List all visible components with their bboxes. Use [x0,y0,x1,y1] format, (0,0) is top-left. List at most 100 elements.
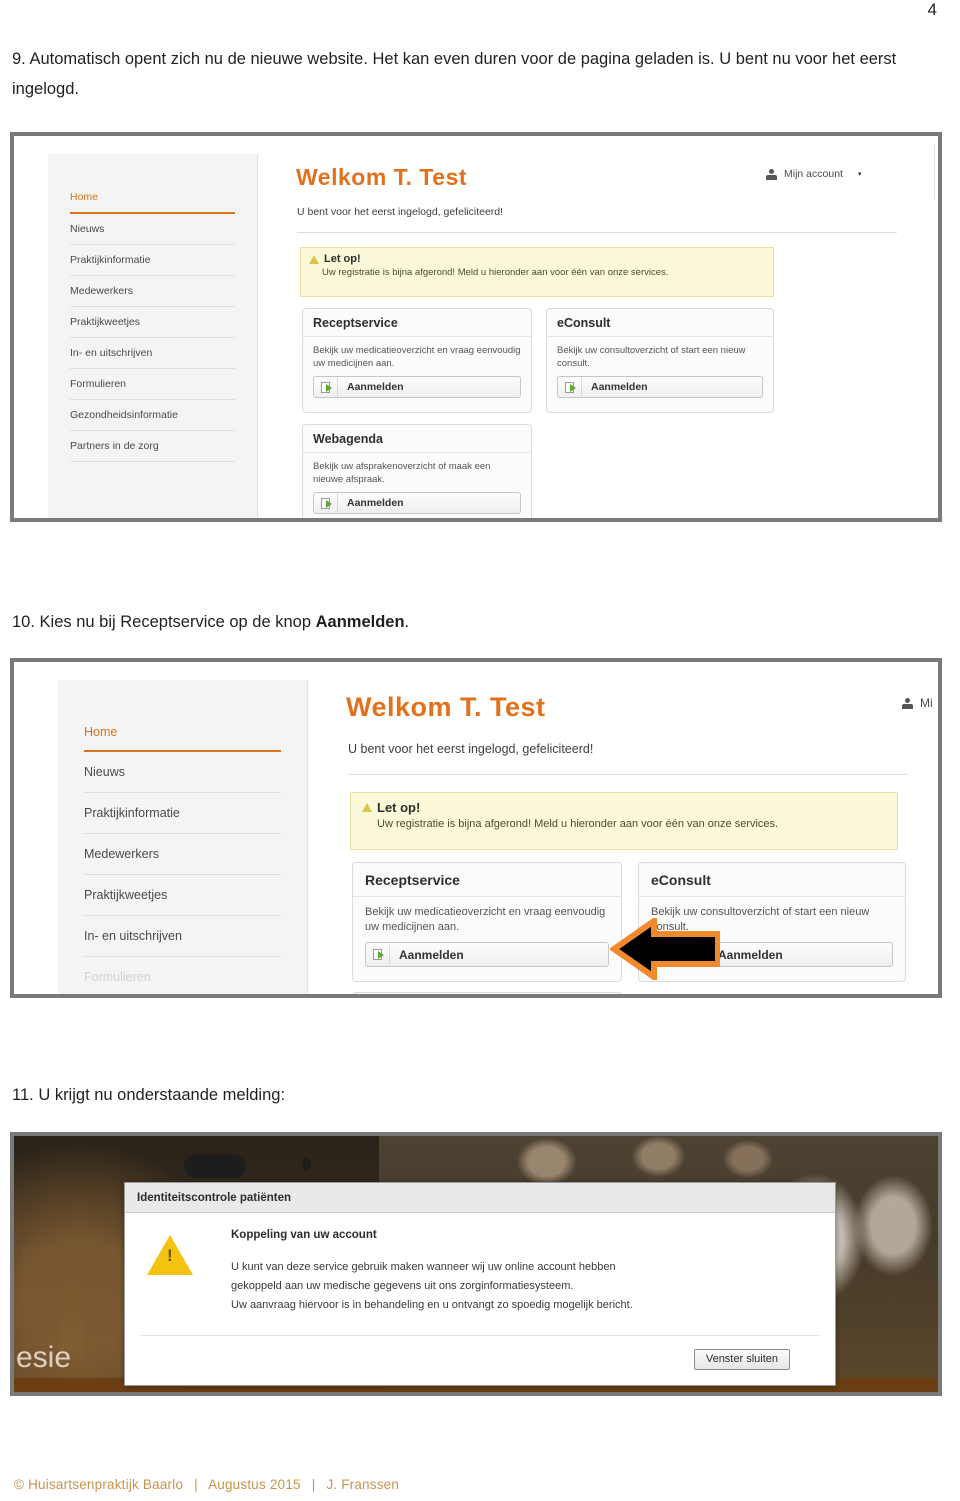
step-11-text: U krijgt nu onderstaande melding: [38,1086,286,1104]
warning-triangle-icon [147,1235,193,1275]
page-arrow-icon [314,377,338,397]
footer-separator-1: | [194,1477,198,1492]
page-title: Welkom T. Test [296,164,468,190]
receptservice-aanmelden-label: Aanmelden [347,381,404,393]
sidebar-item-home[interactable]: Home [84,714,281,752]
sidebar-item-medewerkers[interactable]: Medewerkers [84,834,281,875]
card-webagenda [352,992,622,994]
dialog-line-2: gekoppeld aan uw medische gegevens uit o… [231,1280,574,1292]
first-login-message: U bent voor het eerst ingelogd, gefelici… [297,206,504,218]
footer-author: J. Franssen [326,1477,400,1492]
step-10-bold: Aanmelden [315,613,405,631]
sidebar-item-nieuws[interactable]: Nieuws [70,214,235,245]
econsult-aanmelden-button[interactable]: Aanmelden [557,376,763,398]
account-menu[interactable]: Mijn account ▾ [766,168,861,180]
warning-banner-body: Uw registratie is bijna afgerond! Meld u… [377,818,779,830]
card-receptservice-desc: Bekijk uw medicatieoverzicht en vraag ee… [365,906,606,933]
sidebar-item-partners-in-de-zorg[interactable]: Partners in de zorg [70,431,235,462]
card-econsult-title: eConsult [547,309,773,337]
photo-logo-text: esie [16,1341,72,1374]
card-econsult: eConsult Bekijk uw consultoverzicht of s… [546,308,774,413]
identity-check-dialog: Identiteitscontrole patiënten Koppeling … [124,1182,836,1386]
page-arrow-icon [314,493,338,513]
card-econsult-title: eConsult [639,863,905,897]
header-divider [934,144,935,200]
content-divider [297,232,897,233]
screenshot-identity-modal: esie Identiteitscontrole patiënten Koppe… [10,1132,942,1396]
sidebar-item-in-en-uitschrijven[interactable]: In- en uitschrijven [70,338,235,369]
warning-banner: Let op! Uw registratie is bijna afgerond… [300,247,774,297]
receptservice-aanmelden-button[interactable]: Aanmelden [365,942,609,967]
chevron-down-icon: ▾ [857,171,862,178]
dialog-line-3: Uw aanvraag hiervoor is in behandeling e… [231,1299,633,1311]
dialog-body: Koppeling van uw account U kunt van deze… [125,1213,835,1315]
portal-sidebar: Home Nieuws Praktijkinformatie Medewerke… [48,154,258,518]
warning-banner-header: Let op! [301,248,773,265]
warning-banner-title: Let op! [324,253,361,265]
portal-page-2: Home Nieuws Praktijkinformatie Medewerke… [14,662,938,994]
page-number: 4 [927,0,937,19]
step-11-number: 11. [12,1086,34,1104]
footer-date: Augustus 2015 [208,1477,301,1492]
sidebar-item-in-en-uitschrijven[interactable]: In- en uitschrijven [84,916,281,957]
card-receptservice-title: Receptservice [303,309,531,337]
receptservice-aanmelden-button[interactable]: Aanmelden [313,376,521,398]
step-9-number: 9. [12,50,26,68]
warning-banner-body: Uw registratie is bijna afgerond! Meld u… [322,267,669,278]
account-menu-label: Mi [920,696,933,710]
step-10-number: 10. [12,613,35,631]
sidebar-item-gezondheidsinformatie[interactable]: Gezondheidsinformatie [70,400,235,431]
sidebar-item-praktijkinformatie[interactable]: Praktijkinformatie [84,793,281,834]
card-webagenda-title: Webagenda [303,425,531,453]
sidebar-item-praktijkweetjes[interactable]: Praktijkweetjes [70,307,235,338]
left-arrow-annotation [608,915,721,983]
close-window-button[interactable]: Venster sluiten [693,1349,790,1370]
sidebar-item-home[interactable]: Home [70,182,235,214]
portal-sidebar: Home Nieuws Praktijkinformatie Medewerke… [58,680,308,994]
step-10-paragraph: 10. Kies nu bij Receptservice op de knop… [12,607,922,637]
step-10-text-before: Kies nu bij Receptservice op de knop [39,613,316,631]
step-9-paragraph: 9. Automatisch opent zich nu de nieuwe w… [12,44,922,104]
webagenda-aanmelden-label: Aanmelden [347,497,404,509]
card-receptservice: Receptservice Bekijk uw medicatieoverzic… [302,308,532,413]
sidebar-item-praktijkinformatie[interactable]: Praktijkinformatie [70,245,235,276]
card-receptservice-title: Receptservice [353,863,621,897]
sidebar-item-nieuws[interactable]: Nieuws [84,752,281,793]
page-arrow-icon [558,377,582,397]
card-webagenda-desc: Bekijk uw afsprakenoverzicht of maak een… [313,461,491,485]
content-divider [348,774,908,775]
receptservice-aanmelden-label: Aanmelden [399,947,464,962]
account-menu[interactable]: Mi [902,696,933,710]
footer-separator-2: | [311,1477,316,1492]
screenshot-portal-home-annotated: Home Nieuws Praktijkinformatie Medewerke… [10,658,942,998]
account-menu-label: Mijn account [784,168,843,180]
screenshot-portal-home: Home Nieuws Praktijkinformatie Medewerke… [10,132,942,522]
warning-triangle-icon [309,254,319,264]
econsult-aanmelden-label: Aanmelden [591,381,648,393]
portal-page-1: Home Nieuws Praktijkinformatie Medewerke… [14,136,938,518]
dialog-divider [141,1335,819,1336]
dialog-title: Identiteitscontrole patiënten [125,1183,835,1213]
card-receptservice-desc: Bekijk uw medicatieoverzicht en vraag ee… [313,345,521,369]
card-webagenda: Webagenda Bekijk uw afsprakenoverzicht o… [302,424,532,518]
dialog-line-1: U kunt van deze service gebruik maken wa… [231,1261,616,1273]
step-11-paragraph: 11. U krijgt nu onderstaande melding: [12,1080,922,1110]
document-footer: © Huisartsenpraktijk Baarlo | Augustus 2… [14,1477,399,1492]
sidebar-item-formulieren[interactable]: Formulieren [84,957,281,994]
warning-triangle-icon [362,803,372,812]
photo-dark-blob [184,1154,246,1178]
card-receptservice: Receptservice Bekijk uw medicatieoverzic… [352,862,622,982]
person-icon [902,697,913,709]
sidebar-item-praktijkweetjes[interactable]: Praktijkweetjes [84,875,281,916]
dialog-paragraph: U kunt van deze service gebruik maken wa… [231,1258,819,1315]
person-icon [766,168,777,180]
step-9-text: Automatisch opent zich nu de nieuwe webs… [12,50,897,98]
step-10-text-after: . [404,613,410,631]
photo-dark-dot [302,1158,311,1170]
page-title: Welkom T. Test [346,692,546,722]
warning-banner: Let op! Uw registratie is bijna afgerond… [350,792,898,850]
webagenda-aanmelden-button[interactable]: Aanmelden [313,492,521,514]
card-econsult-desc: Bekijk uw consultoverzicht of start een … [557,345,746,369]
sidebar-item-formulieren[interactable]: Formulieren [70,369,235,400]
sidebar-item-medewerkers[interactable]: Medewerkers [70,276,235,307]
